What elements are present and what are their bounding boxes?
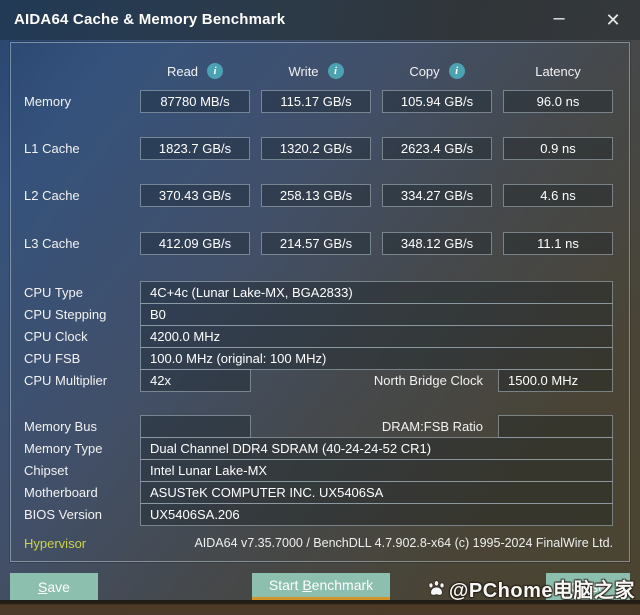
close-window-button[interactable]: ✕ xyxy=(598,5,628,35)
row-label-l1-cache: L1 Cache xyxy=(24,141,80,156)
start-benchmark-label-rest: enchmark xyxy=(311,577,374,593)
row-label-motherboard: Motherboard xyxy=(24,485,98,500)
row-label-memory-type: Memory Type xyxy=(24,441,103,456)
column-header-read: Read i xyxy=(140,62,250,80)
l3-read-value: 412.09 GB/s xyxy=(140,232,250,255)
info-icon[interactable]: i xyxy=(207,63,224,79)
write-header-label: Write xyxy=(288,63,319,79)
memory-bus-field xyxy=(140,415,251,438)
watermark-text: @PChome电脑之家 xyxy=(448,579,635,602)
row-label-l3-cache: L3 Cache xyxy=(24,236,80,251)
north-bridge-clock-field: 1500.0 MHz xyxy=(498,369,613,392)
cpu-fsb-field: 100.0 MHz (original: 100 MHz) xyxy=(140,347,613,370)
column-header-copy: Copy i xyxy=(382,62,492,80)
info-icon[interactable]: i xyxy=(327,63,344,79)
row-label-cpu-type: CPU Type xyxy=(24,285,84,300)
dram-fsb-ratio-field xyxy=(498,415,613,438)
row-label-cpu-clock: CPU Clock xyxy=(24,329,88,344)
dram-fsb-ratio-label: DRAM:FSB Ratio xyxy=(381,419,483,434)
column-header-latency: Latency xyxy=(503,62,613,80)
l2-latency-value: 4.6 ns xyxy=(503,184,613,207)
l3-write-value: 214.57 GB/s xyxy=(261,232,371,255)
title-bar: AIDA64 Cache & Memory Benchmark – ✕ xyxy=(0,0,640,40)
row-label-memory-bus: Memory Bus xyxy=(24,419,97,434)
window-title: AIDA64 Cache & Memory Benchmark xyxy=(14,11,286,28)
chipset-field: Intel Lunar Lake-MX xyxy=(140,459,613,482)
cpu-multiplier-field: 42x xyxy=(140,369,251,392)
save-button[interactable]: Save xyxy=(10,573,98,600)
benchmark-window: AIDA64 Cache & Memory Benchmark – ✕ Read… xyxy=(0,0,640,602)
l2-write-value: 258.13 GB/s xyxy=(261,184,371,207)
l3-latency-value: 11.1 ns xyxy=(503,232,613,255)
memory-read-value: 87780 MB/s xyxy=(140,90,250,113)
cpu-type-field: 4C+4c (Lunar Lake-MX, BGA2833) xyxy=(140,281,613,304)
motherboard-field: ASUSTeK COMPUTER INC. UX5406SA xyxy=(140,481,613,504)
copy-header-label: Copy xyxy=(409,63,440,79)
memory-write-value: 115.17 GB/s xyxy=(261,90,371,113)
cpu-clock-field: 4200.0 MHz xyxy=(140,325,613,348)
l1-write-value: 1320.2 GB/s xyxy=(261,137,371,160)
row-label-chipset: Chipset xyxy=(24,463,69,478)
start-benchmark-accesskey: B xyxy=(302,577,312,593)
memory-type-field: Dual Channel DDR4 SDRAM (40-24-24-52 CR1… xyxy=(140,437,613,460)
start-benchmark-button[interactable]: Start Benchmark xyxy=(252,573,390,600)
memory-copy-value: 105.94 GB/s xyxy=(382,90,492,113)
row-label-bios-version: BIOS Version xyxy=(24,507,103,522)
version-footer: AIDA64 v7.35.7000 / BenchDLL 4.7.902.8-x… xyxy=(194,536,613,550)
hypervisor-label: Hypervisor xyxy=(24,536,87,551)
l2-copy-value: 334.27 GB/s xyxy=(382,184,492,207)
info-icon[interactable]: i xyxy=(448,63,465,79)
bios-version-field: UX5406SA.206 xyxy=(140,503,613,526)
l3-copy-value: 348.12 GB/s xyxy=(382,232,492,255)
paw-icon xyxy=(428,579,445,596)
l1-read-value: 1823.7 GB/s xyxy=(140,137,250,160)
row-label-cpu-fsb: CPU FSB xyxy=(24,351,81,366)
minimize-button[interactable]: – xyxy=(544,5,574,35)
column-header-write: Write i xyxy=(261,62,371,80)
watermark: @PChome电脑之家 xyxy=(427,574,635,602)
row-label-cpu-stepping: CPU Stepping xyxy=(24,307,107,322)
l1-latency-value: 0.9 ns xyxy=(503,137,613,160)
l2-read-value: 370.43 GB/s xyxy=(140,184,250,207)
save-label-accesskey: S xyxy=(38,578,48,595)
save-label-rest: ave xyxy=(47,578,70,595)
start-benchmark-label: Start xyxy=(268,577,303,593)
read-header-label: Read xyxy=(166,63,199,79)
memory-latency-value: 96.0 ns xyxy=(503,90,613,113)
row-label-l2-cache: L2 Cache xyxy=(24,188,80,203)
row-label-cpu-multiplier: CPU Multiplier xyxy=(24,373,108,388)
latency-header-label: Latency xyxy=(535,63,581,79)
row-label-memory: Memory xyxy=(24,94,71,109)
north-bridge-clock-label: North Bridge Clock xyxy=(373,373,483,388)
l1-copy-value: 2623.4 GB/s xyxy=(382,137,492,160)
cpu-stepping-field: B0 xyxy=(140,303,613,326)
